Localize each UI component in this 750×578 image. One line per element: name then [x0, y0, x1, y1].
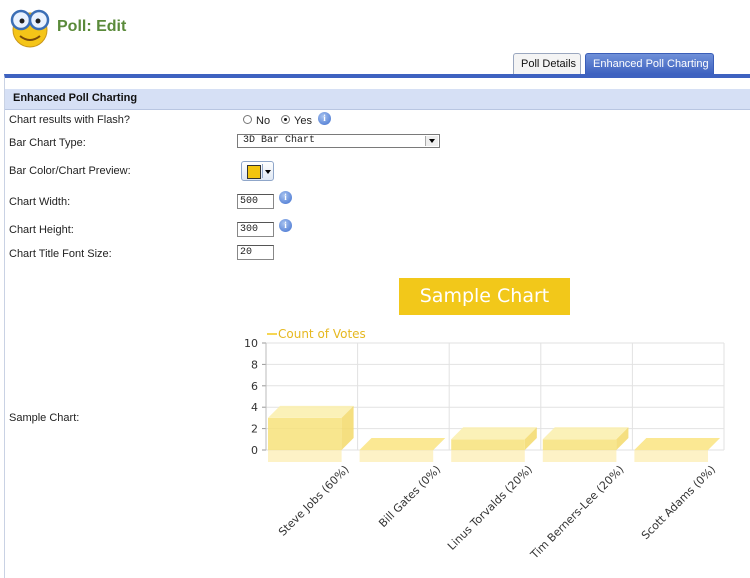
section-title: Enhanced Poll Charting	[13, 92, 138, 104]
chevron-down-icon	[425, 136, 438, 146]
page-title: Poll: Edit	[57, 18, 127, 35]
x-tick-label: Scott Adams (0%)	[639, 463, 718, 542]
bar	[268, 405, 354, 462]
flash-yes-radio[interactable]	[281, 115, 290, 124]
tab-enhanced-poll-charting[interactable]: Enhanced Poll Charting	[585, 53, 714, 74]
info-icon[interactable]: i	[279, 191, 292, 204]
x-tick-label: Steve Jobs (60%)	[276, 463, 352, 539]
bar-type-select[interactable]: 3D Bar Chart	[237, 134, 440, 148]
chart-width-input[interactable]: 500	[237, 194, 274, 209]
info-icon[interactable]: i	[279, 219, 292, 232]
chart-width-label: Chart Width:	[9, 196, 71, 208]
bar-color-picker[interactable]	[241, 161, 274, 181]
bar-type-label: Bar Chart Type:	[9, 137, 86, 149]
flash-no-label: No	[256, 115, 271, 127]
tab-bar: Poll Details Enhanced Poll Charting	[509, 53, 714, 75]
flash-yes-label: Yes	[294, 115, 312, 127]
info-icon[interactable]: i	[318, 112, 331, 125]
page-header: Poll: Edit	[0, 0, 750, 52]
y-tick-label: 6	[251, 380, 258, 393]
chart-height-input[interactable]: 300	[237, 222, 274, 237]
flash-label: Chart results with Flash?	[9, 114, 131, 126]
bar-type-value: 3D Bar Chart	[243, 135, 316, 146]
bar	[542, 427, 629, 462]
bar	[359, 438, 446, 462]
section-header: Enhanced Poll Charting	[5, 89, 750, 110]
legend-label: Count of Votes	[278, 327, 366, 341]
title-font-input[interactable]: 20	[237, 245, 274, 260]
smiley-glasses-icon	[10, 9, 50, 48]
y-tick-label: 0	[251, 444, 258, 457]
sample-chart: Sample Chart Count of Votes 0 2 4 6 8 10 Steve …	[236, 267, 746, 563]
color-swatch	[247, 165, 261, 179]
x-tick-label: Linus Torvalds (20%)	[445, 463, 535, 553]
bar	[451, 427, 537, 462]
title-font-label: Chart Title Font Size:	[9, 248, 112, 260]
chart-height-label: Chart Height:	[9, 224, 74, 236]
sample-chart-label: Sample Chart:	[9, 412, 80, 424]
y-tick-label: 8	[251, 358, 258, 371]
flash-no-radio[interactable]	[243, 115, 252, 124]
y-tick-label: 10	[244, 337, 258, 350]
y-tick-label: 2	[251, 423, 258, 436]
x-tick-label: Tim Berners-Lee (20%)	[527, 463, 626, 562]
chart-plot: Count of Votes 0 2 4 6 8 10 Steve Jobs (60%) Bil…	[244, 327, 725, 562]
chevron-down-icon	[262, 164, 274, 178]
bar	[634, 438, 720, 462]
x-tick-label: Bill Gates (0%)	[376, 463, 443, 530]
y-tick-label: 4	[251, 401, 258, 414]
bar-color-label: Bar Color/Chart Preview:	[9, 165, 131, 177]
tab-poll-details[interactable]: Poll Details	[513, 53, 581, 74]
